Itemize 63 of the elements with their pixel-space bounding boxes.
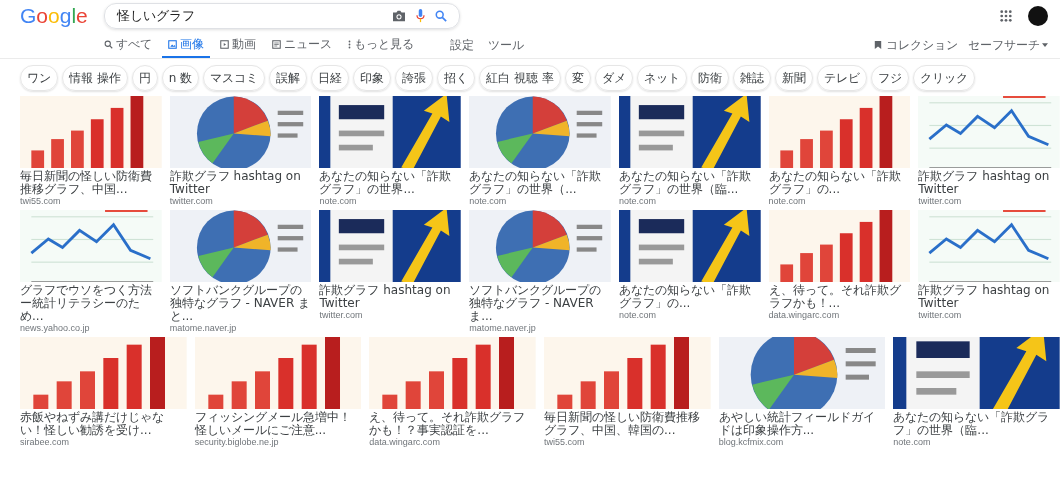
result-source: note.com [469, 196, 508, 207]
search-tab[interactable]: 動画 [214, 32, 262, 58]
result-source: note.com [768, 196, 807, 207]
camera-icon[interactable] [391, 10, 406, 22]
result-title[interactable]: ソフトバンクグループの独特なグラフ - NAVER ま... [469, 284, 611, 323]
result-title[interactable]: 詐欺グラフ hashtag on Twitter [169, 170, 312, 196]
result-source: note.com [893, 437, 932, 448]
caret-icon[interactable] [1042, 43, 1048, 47]
result-title[interactable]: 詐欺グラフ hashtag on Twitter [918, 284, 1060, 310]
result-title[interactable]: 毎日新聞の怪しい防衛費推移グラフ、中国、韓国の... [544, 411, 711, 437]
result-title[interactable]: 詐欺グラフ hashtag on Twitter [918, 170, 1060, 196]
collection-link[interactable]: コレクション [886, 36, 958, 54]
result-title[interactable]: あなたの知らない「詐欺グラフ」の... [768, 170, 911, 196]
result-source: matome.naver.jp [169, 323, 238, 334]
result-title[interactable]: あなたの知らない「詐欺グラフ」の世界（臨... [618, 170, 761, 196]
result-source: note.com [618, 310, 657, 321]
image-icon [168, 39, 177, 49]
search-tab[interactable]: すべて [98, 32, 158, 58]
result-source: twitter.com [169, 196, 214, 207]
result-title[interactable]: え、待って。それ詐欺グラフかも！？事実認証を... [369, 411, 536, 437]
result-source: twi55.com [544, 437, 586, 448]
result-source: note.com [618, 196, 657, 207]
microphone-icon[interactable] [415, 9, 425, 23]
result-source: twitter.com [918, 196, 963, 207]
result-title[interactable]: あなたの知らない「詐欺グラフ」の世界（... [469, 170, 611, 196]
result-title[interactable]: あなたの知らない「詐欺グラフ」の世界... [319, 170, 462, 196]
result-title[interactable]: あなたの知らない「詐欺グラフ」の... [618, 284, 761, 310]
search-icon [104, 39, 113, 49]
news-icon [272, 39, 281, 49]
bookmark-icon [874, 40, 882, 50]
result-source: twitter.com [918, 310, 963, 321]
result-source: note.com [319, 196, 358, 207]
result-source: sirabee.com [20, 437, 71, 448]
result-source: data.wingarc.com [768, 310, 841, 321]
safesearch-menu[interactable]: セーフサーチ [968, 36, 1040, 54]
search-field[interactable]: 怪しいグラフ [103, 3, 460, 29]
result-source: matome.naver.jp [469, 323, 537, 334]
result-title[interactable]: 赤飯やねずみ講だけじゃない！怪しい勧誘を受け... [20, 411, 187, 437]
result-source: news.yahoo.co.jp [20, 323, 91, 334]
result-source: blog.kcfmix.com [718, 437, 785, 448]
result-source: twitter.com [319, 310, 364, 321]
result-source: security.biglobe.ne.jp [194, 437, 280, 448]
result-source: twi55.com [20, 196, 62, 207]
result-title[interactable]: 詐欺グラフ hashtag on Twitter [319, 284, 462, 310]
search-tab[interactable]: ニュース [266, 32, 338, 58]
result-title[interactable]: 毎日新聞の怪しい防衛費推移グラフ、中国... [20, 170, 162, 196]
play-icon [220, 39, 229, 49]
result-title[interactable]: え、待って。それ詐欺グラフかも！... [768, 284, 911, 310]
result-title[interactable]: ソフトバンクグループの独特なグラフ - NAVER まと... [169, 284, 312, 323]
result-title[interactable]: グラフでウソをつく方法ー統計リテラシーのため... [20, 284, 162, 323]
apps-icon[interactable] [1000, 10, 1012, 22]
tool-link[interactable]: 設定 [450, 36, 474, 54]
result-title[interactable]: あやしい統計フィールドガイドは印象操作方... [718, 411, 886, 437]
more-icon [348, 39, 351, 49]
search-tab[interactable]: もっと見る [342, 32, 420, 58]
result-title[interactable]: あなたの知らない「詐欺グラフ」の世界（臨... [893, 411, 1060, 437]
result-title[interactable]: フィッシングメール急増中！怪しいメールにご注意... [194, 411, 362, 437]
tool-link[interactable]: ツール [488, 36, 524, 54]
search-icon[interactable] [434, 10, 447, 22]
result-source: data.wingarc.com [369, 437, 441, 448]
search-tab[interactable]: 画像 [162, 32, 210, 58]
avatar[interactable] [1028, 6, 1048, 26]
google-logo[interactable]: Google [18, 3, 90, 29]
